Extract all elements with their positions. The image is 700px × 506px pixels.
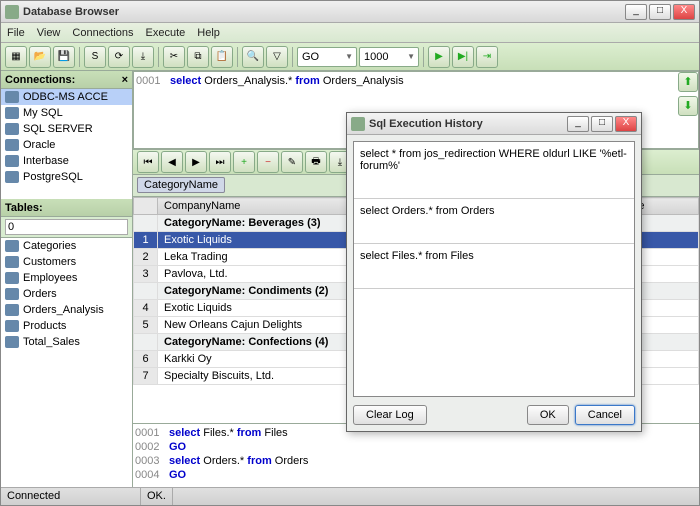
go-combo[interactable]: GO [297, 47, 357, 67]
grid-print-icon[interactable]: 🖶 [305, 151, 327, 173]
app-title: Database Browser [23, 6, 625, 18]
table-icon [5, 304, 19, 316]
table-item[interactable]: Employees [1, 270, 132, 286]
menu-file[interactable]: File [7, 27, 25, 39]
table-item[interactable]: Customers [1, 254, 132, 270]
dialog-minimize-button[interactable]: _ [567, 116, 589, 132]
tool-filter-icon[interactable]: ▽ [266, 46, 288, 68]
dialog-icon [351, 117, 365, 131]
minimize-button[interactable]: _ [625, 4, 647, 20]
conn-item[interactable]: Interbase [1, 153, 132, 169]
tool-copy-icon[interactable]: ⧉ [187, 46, 209, 68]
table-icon [5, 336, 19, 348]
grid-prev-icon[interactable]: ◀ [161, 151, 183, 173]
tool-sql-icon[interactable]: S [84, 46, 106, 68]
tables-filter-input[interactable] [5, 219, 128, 235]
col-rownum[interactable] [134, 198, 158, 215]
menu-help[interactable]: Help [197, 27, 220, 39]
table-icon [5, 240, 19, 252]
history-list[interactable]: select * from jos_redirection WHERE oldu… [353, 141, 635, 397]
table-icon [5, 320, 19, 332]
status-connected: Connected [1, 488, 141, 505]
menu-view[interactable]: View [37, 27, 61, 39]
table-icon [5, 272, 19, 284]
db-icon [5, 91, 19, 103]
table-item[interactable]: Categories [1, 238, 132, 254]
db-icon [5, 123, 19, 135]
tables-header: Tables: [1, 199, 132, 217]
grid-delete-icon[interactable]: − [257, 151, 279, 173]
conn-item[interactable]: ODBC-MS ACCE [1, 89, 132, 105]
dialog-title: Sql Execution History [369, 118, 567, 130]
conn-item[interactable]: Oracle [1, 137, 132, 153]
clear-log-button[interactable]: Clear Log [353, 405, 427, 425]
connections-close-icon[interactable]: × [122, 74, 128, 86]
conn-item[interactable]: My SQL [1, 105, 132, 121]
tool-paste-icon[interactable]: 📋 [211, 46, 233, 68]
grid-last-icon[interactable]: ⏭ [209, 151, 231, 173]
tables-label: Tables: [5, 202, 43, 214]
close-button[interactable]: X [673, 4, 695, 20]
history-item[interactable]: select Files.* from Files [354, 244, 634, 289]
dialog-maximize-button[interactable]: □ [591, 116, 613, 132]
tool-refresh-icon[interactable]: ⟳ [108, 46, 130, 68]
ok-button[interactable]: OK [527, 405, 569, 425]
db-icon [5, 139, 19, 151]
grid-next-icon[interactable]: ▶ [185, 151, 207, 173]
grid-first-icon[interactable]: ⏮ [137, 151, 159, 173]
nav-up-icon[interactable]: ⬆ [678, 72, 698, 92]
main-toolbar: ▦ 📂 💾 S ⟳ ⤓ ✂ ⧉ 📋 🔍 ▽ GO 1000 ▶ ▶| ⇥ [1, 43, 699, 71]
tool-save-icon[interactable]: 💾 [53, 46, 75, 68]
maximize-button[interactable]: □ [649, 4, 671, 20]
history-item[interactable]: select Orders.* from Orders [354, 199, 634, 244]
nav-down-icon[interactable]: ⬇ [678, 96, 698, 116]
tool-open-icon[interactable]: 📂 [29, 46, 51, 68]
tool-run-icon[interactable]: ▶ [428, 46, 450, 68]
rowlimit-combo[interactable]: 1000 [359, 47, 419, 67]
main-titlebar: Database Browser _ □ X [1, 1, 699, 23]
connections-header: Connections: × [1, 71, 132, 89]
group-chip[interactable]: CategoryName [137, 177, 225, 193]
app-icon [5, 5, 19, 19]
table-icon [5, 288, 19, 300]
dialog-close-button[interactable]: X [615, 116, 637, 132]
tool-export-icon[interactable]: ⤓ [132, 46, 154, 68]
cancel-button[interactable]: Cancel [575, 405, 635, 425]
tables-list[interactable]: Categories Customers Employees Orders Or… [1, 237, 132, 487]
status-ok: OK. [141, 488, 173, 505]
menu-connections[interactable]: Connections [72, 27, 133, 39]
table-item[interactable]: Total_Sales [1, 334, 132, 350]
tool-new-icon[interactable]: ▦ [5, 46, 27, 68]
tool-cut-icon[interactable]: ✂ [163, 46, 185, 68]
grid-add-icon[interactable]: + [233, 151, 255, 173]
db-icon [5, 107, 19, 119]
sql-history-dialog: Sql Execution History _ □ X select * fro… [346, 112, 642, 432]
db-icon [5, 171, 19, 183]
statusbar: Connected OK. [1, 487, 699, 505]
menu-execute[interactable]: Execute [146, 27, 186, 39]
conn-item[interactable]: PostgreSQL [1, 169, 132, 185]
grid-edit-icon[interactable]: ✎ [281, 151, 303, 173]
db-icon [5, 155, 19, 167]
sql-log[interactable]: 0001select Files.* from Files 0002GO 000… [133, 423, 699, 487]
history-item[interactable]: select * from jos_redirection WHERE oldu… [354, 142, 634, 199]
conn-item[interactable]: SQL SERVER [1, 121, 132, 137]
table-item[interactable]: Products [1, 318, 132, 334]
table-icon [5, 256, 19, 268]
menubar: File View Connections Execute Help [1, 23, 699, 43]
table-item[interactable]: Orders_Analysis [1, 302, 132, 318]
table-item[interactable]: Orders [1, 286, 132, 302]
tool-find-icon[interactable]: 🔍 [242, 46, 264, 68]
tool-stop-icon[interactable]: ▶| [452, 46, 474, 68]
connections-label: Connections: [5, 74, 75, 86]
tool-commit-icon[interactable]: ⇥ [476, 46, 498, 68]
connections-tree[interactable]: ODBC-MS ACCE My SQL SQL SERVER Oracle In… [1, 89, 132, 199]
